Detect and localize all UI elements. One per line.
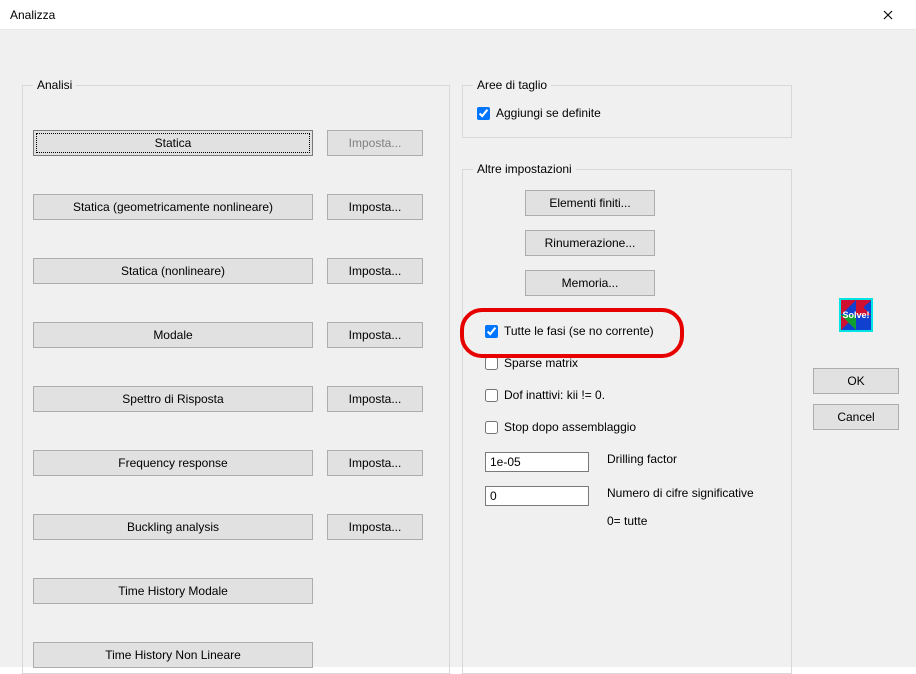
imposta-statica-button: Imposta... (327, 130, 423, 156)
rinumerazione-button[interactable]: Rinumerazione... (525, 230, 655, 256)
memoria-button[interactable]: Memoria... (525, 270, 655, 296)
imposta-statica-nl-button[interactable]: Imposta... (327, 258, 423, 284)
analysis-statica-nl-button[interactable]: Statica (nonlineare) (33, 258, 313, 284)
elementi-finiti-button[interactable]: Elementi finiti... (525, 190, 655, 216)
analysis-spettro-button[interactable]: Spettro di Risposta (33, 386, 313, 412)
drilling-factor-label: Drilling factor (607, 452, 677, 466)
close-button[interactable] (868, 1, 908, 29)
analysis-th-nonlineare-button[interactable]: Time History Non Lineare (33, 642, 313, 668)
dof-inattivi-checkbox[interactable] (485, 389, 498, 402)
sparse-matrix-label: Sparse matrix (504, 356, 578, 370)
imposta-modale-button[interactable]: Imposta... (327, 322, 423, 348)
imposta-buckling-button[interactable]: Imposta... (327, 514, 423, 540)
right-panel: Solve! OK Cancel (812, 298, 900, 440)
analysis-statica-geom-nl-button[interactable]: Statica (geometricamente nonlineare) (33, 194, 313, 220)
group-analisi: Analisi Statica Imposta... Statica (geom… (22, 78, 450, 674)
analysis-modale-button[interactable]: Modale (33, 322, 313, 348)
dialog-body: Analisi Statica Imposta... Statica (geom… (0, 30, 916, 667)
cifre-significative-label: Numero di cifre significative (607, 486, 754, 500)
ok-button[interactable]: OK (813, 368, 899, 394)
sparse-matrix-checkbox[interactable] (485, 357, 498, 370)
imposta-frequency-button[interactable]: Imposta... (327, 450, 423, 476)
group-altre: Altre impostazioni Elementi finiti... Ri… (462, 162, 792, 674)
legend-aree: Aree di taglio (473, 78, 551, 92)
drilling-factor-input[interactable] (485, 452, 589, 472)
aggiungi-label: Aggiungi se definite (496, 106, 601, 120)
tutte-fasi-checkbox[interactable] (485, 325, 498, 338)
dof-inattivi-label: Dof inattivi: kii != 0. (504, 388, 605, 402)
solve-icon[interactable]: Solve! (839, 298, 873, 332)
analysis-th-modale-button[interactable]: Time History Modale (33, 578, 313, 604)
stop-assemblaggio-checkbox[interactable] (485, 421, 498, 434)
tutte-fasi-label: Tutte le fasi (se no corrente) (504, 324, 654, 338)
close-icon (883, 10, 893, 20)
titlebar: Analizza (0, 0, 916, 30)
cancel-button[interactable]: Cancel (813, 404, 899, 430)
analysis-buckling-button[interactable]: Buckling analysis (33, 514, 313, 540)
analysis-frequency-button[interactable]: Frequency response (33, 450, 313, 476)
cifre-sublabel: 0= tutte (607, 514, 781, 528)
legend-altre: Altre impostazioni (473, 162, 576, 176)
cifre-significative-input[interactable] (485, 486, 589, 506)
imposta-spettro-button[interactable]: Imposta... (327, 386, 423, 412)
group-aree: Aree di taglio Aggiungi se definite (462, 78, 792, 138)
legend-analisi: Analisi (33, 78, 76, 92)
imposta-statica-geom-nl-button[interactable]: Imposta... (327, 194, 423, 220)
stop-assemblaggio-label: Stop dopo assemblaggio (504, 420, 636, 434)
window-title: Analizza (10, 8, 868, 22)
analysis-statica-button[interactable]: Statica (33, 130, 313, 156)
aggiungi-checkbox[interactable] (477, 107, 490, 120)
